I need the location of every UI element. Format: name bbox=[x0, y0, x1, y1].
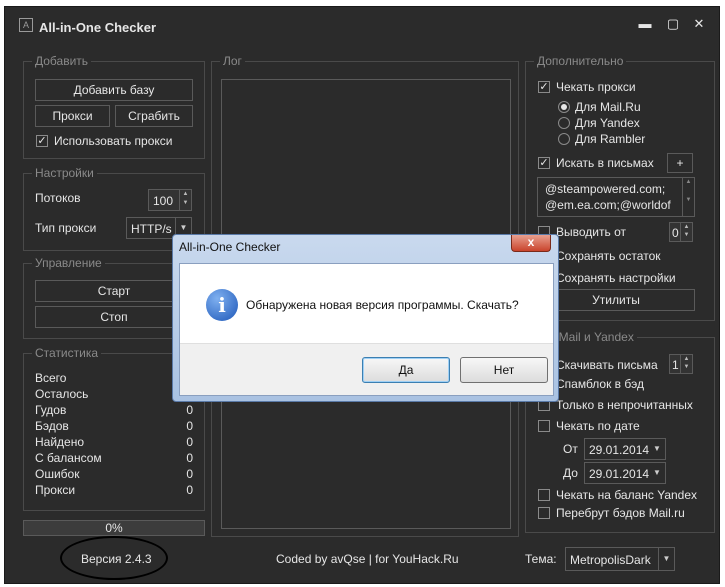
date-from-picker[interactable]: 29.01.2014 ▼ bbox=[584, 438, 666, 460]
settings-group-title: Настройки bbox=[32, 166, 97, 180]
chevron-down-icon: ▼ bbox=[658, 548, 674, 570]
stat-label: Гудов bbox=[35, 403, 67, 417]
search-in-mail-label: Искать в письмах bbox=[556, 156, 654, 170]
dialog-button-bar: Да Нет bbox=[180, 343, 553, 395]
stat-value: 0 bbox=[186, 483, 193, 497]
output-from-label: Выводить от bbox=[556, 225, 626, 239]
spin-arrows-icon[interactable]: ▲ ▼ bbox=[179, 190, 191, 210]
dialog-body: i Обнаружена новая версия программы. Ска… bbox=[179, 263, 554, 396]
yandex-balance-checkbox[interactable] bbox=[538, 489, 550, 501]
stat-value: 0 bbox=[186, 435, 193, 449]
check-by-date-checkbox[interactable] bbox=[538, 420, 550, 432]
stats-group-title: Статистика bbox=[32, 346, 102, 360]
use-proxy-label: Использовать прокси bbox=[54, 134, 173, 148]
chevron-down-icon: ▼ bbox=[653, 468, 661, 477]
use-proxy-checkbox[interactable]: ✓ bbox=[36, 135, 48, 147]
add-group-title: Добавить bbox=[32, 54, 92, 68]
no-button[interactable]: Нет bbox=[460, 357, 548, 383]
dialog-title: All-in-One Checker bbox=[179, 240, 281, 254]
update-dialog: All-in-One Checker x i Обнаружена новая … bbox=[172, 234, 559, 402]
info-icon: i bbox=[206, 289, 238, 321]
radio-yandex[interactable] bbox=[558, 117, 570, 129]
search-text-line: @steampowered.com; bbox=[545, 182, 666, 196]
extra-group-title: Дополнительно bbox=[534, 54, 627, 68]
theme-value: MetropolisDark bbox=[570, 553, 651, 567]
theme-label: Тема: bbox=[525, 552, 557, 566]
grab-button[interactable]: Сграбить bbox=[115, 105, 193, 127]
output-from-stepper[interactable]: 0 ▲ ▼ bbox=[669, 222, 693, 242]
minimize-icon[interactable]: ▬ bbox=[638, 17, 652, 31]
progress-label: 0% bbox=[105, 521, 123, 535]
check-proxy-label: Чекать прокси bbox=[556, 80, 636, 94]
bruteforce-label: Перебрут бэдов Mail.ru bbox=[556, 506, 685, 520]
spin-arrows-icon[interactable]: ▲ ▼ bbox=[680, 355, 692, 373]
chevron-down-icon: ▼ bbox=[653, 444, 661, 453]
date-to-label: До bbox=[563, 466, 578, 480]
radio-mailru-label: Для Mail.Ru bbox=[575, 100, 641, 114]
stat-label: Найдено bbox=[35, 435, 85, 449]
credits-label: Coded by avQse | for YouHack.Ru bbox=[276, 552, 459, 566]
save-rest-label: Сохранять остаток bbox=[556, 249, 661, 263]
progress-bar: 0% bbox=[23, 520, 205, 536]
date-to-value: 29.01.2014 bbox=[589, 467, 650, 481]
spamblock-label: Спамблок в бэд bbox=[556, 377, 644, 391]
radio-yandex-label: Для Yandex bbox=[575, 116, 640, 130]
stat-label: Осталось bbox=[35, 387, 89, 401]
radio-rambler-label: Для Rambler bbox=[575, 132, 646, 146]
search-text-line: @em.ea.com;@worldof bbox=[545, 198, 671, 212]
spin-arrows-icon[interactable]: ▲ ▼ bbox=[680, 223, 692, 241]
check-by-date-label: Чекать по дате bbox=[556, 419, 640, 433]
date-from-value: 29.01.2014 bbox=[589, 443, 650, 457]
stat-label: С балансом bbox=[35, 451, 102, 465]
theme-select[interactable]: MetropolisDark ▼ bbox=[565, 547, 675, 571]
log-group-title: Лог bbox=[220, 54, 245, 68]
stat-value: 0 bbox=[186, 403, 193, 417]
date-to-picker[interactable]: 29.01.2014 ▼ bbox=[584, 462, 666, 484]
title-bar: A All-in-One Checker ▬ ▢ ✕ bbox=[5, 7, 719, 39]
yandex-balance-label: Чекать на баланс Yandex bbox=[556, 488, 698, 502]
utilities-button[interactable]: Утилиты bbox=[537, 289, 695, 311]
yes-button[interactable]: Да bbox=[362, 357, 450, 383]
stop-button[interactable]: Стоп bbox=[35, 306, 193, 328]
threads-stepper[interactable]: 100 ▲ ▼ bbox=[148, 189, 192, 211]
download-stepper[interactable]: 1 ▲ ▼ bbox=[669, 354, 693, 374]
window-title: All-in-One Checker bbox=[39, 20, 157, 35]
threads-value: 100 bbox=[153, 194, 174, 208]
radio-rambler[interactable] bbox=[558, 133, 570, 145]
stat-label: Ошибок bbox=[35, 467, 80, 481]
download-label: Скачивать письма bbox=[556, 358, 658, 372]
stat-label: Бэдов bbox=[35, 419, 69, 433]
stat-value: 0 bbox=[186, 419, 193, 433]
start-button[interactable]: Старт bbox=[35, 280, 193, 302]
output-from-value: 0 bbox=[672, 226, 679, 240]
app-icon: A bbox=[19, 18, 33, 32]
proxy-button[interactable]: Прокси bbox=[35, 105, 110, 127]
check-proxy-checkbox[interactable]: ✓ bbox=[538, 81, 550, 93]
download-value: 1 bbox=[672, 358, 679, 372]
add-search-button[interactable]: + bbox=[667, 153, 693, 173]
close-icon[interactable]: x bbox=[511, 235, 551, 252]
date-from-label: От bbox=[563, 442, 578, 456]
dialog-message: Обнаружена новая версия программы. Скача… bbox=[246, 298, 519, 312]
annotation-ellipse bbox=[60, 536, 168, 580]
unread-label: Только в непрочитанных bbox=[556, 398, 693, 412]
proxy-type-value: HTTP/s bbox=[131, 222, 172, 236]
control-group-title: Управление bbox=[32, 256, 105, 270]
stat-value: 0 bbox=[186, 467, 193, 481]
stat-label: Прокси bbox=[35, 483, 76, 497]
close-icon[interactable]: ✕ bbox=[692, 17, 706, 31]
stat-value: 0 bbox=[186, 451, 193, 465]
scrollbar[interactable]: ▲ ▼ bbox=[682, 178, 694, 216]
search-in-mail-checkbox[interactable]: ✓ bbox=[538, 157, 550, 169]
proxy-type-label: Тип прокси bbox=[35, 221, 97, 235]
bruteforce-checkbox[interactable] bbox=[538, 507, 550, 519]
maximize-icon[interactable]: ▢ bbox=[666, 17, 680, 31]
threads-label: Потоков bbox=[35, 191, 81, 205]
save-settings-label: Сохранять настройки bbox=[556, 271, 676, 285]
radio-mailru[interactable] bbox=[558, 101, 570, 113]
search-text-area[interactable]: @steampowered.com; @em.ea.com;@worldof ▲… bbox=[537, 177, 695, 217]
stat-label: Всего bbox=[35, 371, 67, 385]
add-base-button[interactable]: Добавить базу bbox=[35, 79, 193, 101]
